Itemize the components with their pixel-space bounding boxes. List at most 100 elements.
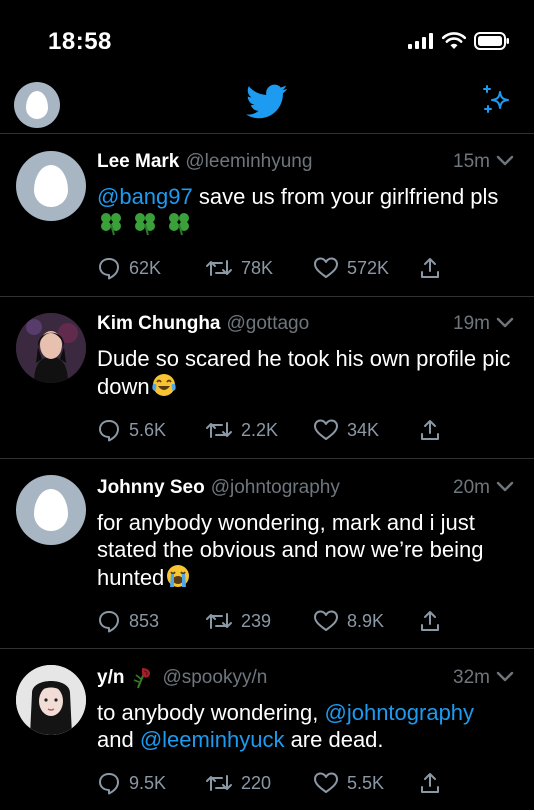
tweet-actions: 853 239 8.9K (97, 606, 514, 636)
avatar[interactable] (16, 151, 86, 221)
tweet-author-handle[interactable]: @johntography (211, 477, 340, 499)
like-count: 5.5K (347, 772, 385, 793)
tweet-author-handle[interactable]: @leeminhyung (185, 151, 312, 173)
like-count: 572K (347, 257, 390, 278)
like-count: 34K (347, 419, 380, 440)
reply-button[interactable]: 9.5K (97, 771, 166, 795)
reply-button[interactable]: 5.6K (97, 418, 166, 442)
tweet-text: for anybody wondering, mark and i just s… (97, 509, 514, 591)
mention-link[interactable]: @bang97 (97, 184, 193, 209)
tweet-author-name[interactable]: Kim Chungha (97, 313, 221, 335)
share-button[interactable] (419, 256, 441, 280)
tweet-header: y/n @spookyy/n 32m (97, 663, 514, 693)
tweet-timestamp: 19m (453, 313, 490, 334)
four-leaf-clover-icon (169, 213, 189, 236)
retweet-count: 78K (241, 257, 274, 278)
tweet-timestamp: 32m (453, 667, 490, 688)
reply-button[interactable]: 62K (97, 256, 161, 280)
tweet-author-handle[interactable]: @gottago (227, 313, 310, 335)
user-photo-avatar (16, 313, 86, 383)
tweet-header: Lee Mark @leeminhyung 15m (97, 147, 514, 177)
status-icons (408, 32, 510, 50)
retweet-button[interactable]: 78K (205, 257, 273, 279)
status-time: 18:58 (48, 28, 112, 55)
reply-icon (99, 773, 119, 795)
tweet-author-handle[interactable]: @spookyy/n (162, 667, 267, 689)
tweet-author-name[interactable]: y/n (97, 667, 124, 689)
like-button[interactable]: 572K (313, 256, 389, 280)
face-with-tears-of-joy-icon (151, 374, 176, 396)
chevron-down-icon[interactable] (496, 671, 514, 683)
mention-link[interactable]: @leeminhyuck (140, 727, 285, 752)
share-button[interactable] (419, 609, 441, 633)
reply-icon (99, 420, 119, 442)
share-icon (421, 773, 439, 793)
avatar[interactable] (16, 665, 86, 735)
tweet-timestamp: 20m (453, 477, 490, 498)
reply-button[interactable]: 853 (97, 609, 159, 633)
tweet-text: Dude so scared he took his own profile p… (97, 345, 514, 400)
mention-link[interactable]: @johntography (325, 700, 475, 725)
wilted-rose-icon (130, 666, 156, 690)
tweet-text-segment: for anybody wondering, mark and i just s… (97, 510, 484, 590)
share-button[interactable] (419, 418, 441, 442)
reply-count: 62K (129, 257, 162, 278)
like-button[interactable]: 8.9K (313, 609, 384, 633)
default-egg-avatar-icon (26, 91, 48, 119)
reply-count: 853 (129, 610, 160, 631)
chevron-down-icon[interactable] (496, 317, 514, 329)
tweet-text-segment: to anybody wondering, (97, 700, 325, 725)
tweet-header: Johnny Seo @johntography 20m (97, 473, 514, 503)
tweet-text: to anybody wondering, @johntography and … (97, 699, 514, 753)
tweet-actions: 62K 78K 572K (97, 253, 514, 283)
heart-icon (314, 772, 338, 793)
reply-count: 5.6K (129, 419, 167, 440)
sparkle-icon[interactable] (480, 84, 512, 116)
tweet-item[interactable]: Kim Chungha @gottago 19m Dude so scared … (0, 297, 534, 459)
retweet-icon (206, 613, 232, 629)
chevron-down-icon[interactable] (496, 481, 514, 493)
share-icon (421, 611, 439, 631)
retweet-button[interactable]: 239 (205, 610, 271, 632)
heart-icon (314, 257, 338, 278)
retweet-button[interactable]: 220 (205, 772, 271, 794)
twitter-bird-icon[interactable] (246, 84, 288, 120)
tweet-actions: 5.6K 2.2K 34K (97, 415, 514, 445)
wifi-icon (442, 32, 466, 49)
four-leaf-clover-icon (101, 213, 121, 236)
share-button[interactable] (419, 771, 441, 795)
like-button[interactable]: 5.5K (313, 771, 384, 795)
reply-count: 9.5K (129, 772, 167, 793)
tweet-timestamp: 15m (453, 151, 490, 172)
signal-icon (408, 33, 433, 49)
profile-avatar-button[interactable] (14, 82, 60, 128)
tweet-author-name[interactable]: Lee Mark (97, 151, 179, 173)
tweet-item[interactable]: y/n @spookyy/n 32m to anybody wondering,… (0, 649, 534, 810)
tweet-author-name[interactable]: Johnny Seo (97, 477, 205, 499)
status-bar: 18:58 (0, 0, 534, 82)
retweet-count: 220 (241, 772, 272, 793)
tweet-item[interactable]: Johnny Seo @johntography 20m for anybody… (0, 459, 534, 649)
avatar[interactable] (16, 313, 86, 383)
retweet-button[interactable]: 2.2K (205, 419, 278, 441)
tweet-actions: 9.5K 220 5.5K (97, 768, 514, 798)
share-icon (421, 420, 439, 440)
avatar[interactable] (16, 475, 86, 545)
user-photo-avatar (16, 665, 86, 735)
tweet-header: Kim Chungha @gottago 19m (97, 309, 514, 339)
tweet-item[interactable]: Lee Mark @leeminhyung 15m @bang97 save u… (0, 135, 534, 297)
chevron-down-icon[interactable] (496, 155, 514, 167)
default-egg-avatar-icon (34, 489, 68, 531)
reply-icon (99, 611, 119, 633)
heart-icon (314, 419, 338, 440)
like-count: 8.9K (347, 610, 385, 631)
retweet-icon (206, 422, 232, 438)
battery-icon (474, 32, 509, 50)
top-header (0, 82, 534, 134)
reply-icon (99, 258, 119, 280)
default-egg-avatar-icon (34, 165, 68, 207)
loudly-crying-face-icon (167, 565, 190, 587)
like-button[interactable]: 34K (313, 418, 379, 442)
tweet-text: @bang97 save us from your girlfriend pls (97, 183, 514, 238)
tweet-text-segment: are dead. (284, 727, 384, 752)
